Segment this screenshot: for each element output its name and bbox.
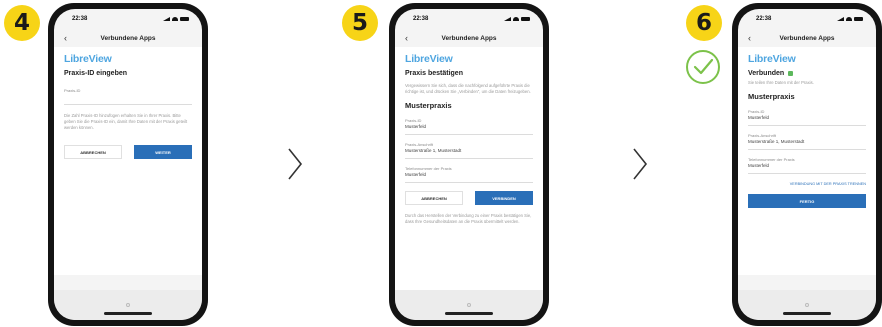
home-indicator[interactable] [104, 312, 152, 315]
field-label: Praxis-Anschrift [405, 142, 434, 148]
field-label: Praxis-ID [405, 118, 422, 124]
home-dot-icon [805, 303, 809, 307]
phone-screen: 22:38 ‹ Verbundene Apps LibreView Praxis… [54, 9, 202, 320]
status-icons [163, 17, 189, 21]
practice-address-field: Praxis-Anschrift Musterstraße 1, Musters… [748, 130, 866, 151]
content-card: LibreView Verbunden Sie teilen Ihre Date… [738, 47, 876, 275]
home-dot-icon [467, 303, 471, 307]
content-card: LibreView Praxis-ID eingeben Praxis-ID D… [54, 47, 202, 275]
wifi-icon [172, 17, 178, 21]
phone-mockup: 22:38 ‹ Verbundene Apps LibreView Praxis… [389, 3, 549, 326]
button-row: ABBRECHEN WEITER [64, 145, 192, 160]
wifi-icon [846, 17, 852, 21]
practice-id-field: Praxis-ID Musterfeld [748, 106, 866, 127]
connected-status: Verbunden [748, 70, 866, 77]
signal-icon [504, 17, 511, 21]
phone-mockup: 22:38 ‹ Verbundene Apps LibreView Praxis… [48, 3, 208, 326]
back-arrow-icon[interactable]: ‹ [748, 33, 751, 43]
footer-text: Durch das Herstellen der Verbindung zu e… [405, 213, 532, 225]
connected-indicator-icon [788, 71, 794, 76]
practice-name: Musterpraxis [405, 101, 452, 111]
back-arrow-icon[interactable]: ‹ [405, 33, 408, 43]
home-dot-icon [126, 303, 130, 307]
nav-bar: ‹ Verbundene Apps [395, 29, 543, 47]
connect-button[interactable]: VERBINDEN [475, 191, 533, 206]
bottom-bar [54, 290, 202, 320]
done-button[interactable]: FERTIG [748, 194, 866, 209]
field-value: Musterstraße 1, Musterstadt [405, 148, 462, 154]
practice-phone-field: Telefonnummer der Praxis Musterfeld [748, 154, 866, 175]
signal-icon [837, 17, 844, 21]
nav-title: Verbundene Apps [100, 34, 156, 42]
field-label: Telefonnummer der Praxis [405, 166, 452, 172]
battery-icon [180, 17, 189, 21]
brand-logo: LibreView [748, 53, 796, 65]
home-indicator[interactable] [445, 312, 493, 315]
nav-bar: ‹ Verbundene Apps [738, 29, 876, 47]
page-heading: Praxis-ID eingeben [64, 70, 128, 77]
connected-text: Sie teilen Ihre Daten mit der Praxis. [748, 80, 814, 85]
brand-logo: LibreView [405, 53, 453, 65]
status-time: 22:38 [413, 16, 429, 22]
status-icons [837, 17, 863, 21]
next-button[interactable]: WEITER [134, 145, 192, 160]
button-row: ABBRECHEN VERBINDEN [405, 191, 533, 206]
status-bar: 22:38 [54, 9, 202, 29]
chevron-right-icon [633, 148, 648, 180]
brand-logo: LibreView [64, 53, 112, 65]
info-text: Die Zahl Praxis-ID hinzufügen erhalten S… [64, 113, 188, 131]
status-time: 22:38 [72, 16, 88, 22]
chevron-right-icon [288, 148, 303, 180]
phone-screen: 22:38 ‹ Verbundene Apps LibreView Verbun… [738, 9, 876, 320]
bottom-bar [395, 290, 543, 320]
info-text: Vergewissern Sie sich, dass die nachfolg… [405, 83, 531, 95]
signal-icon [163, 17, 170, 21]
status-bar: 22:38 [738, 9, 876, 29]
cancel-button[interactable]: ABBRECHEN [405, 191, 463, 206]
battery-icon [854, 17, 863, 21]
field-label: Praxis-Anschrift [748, 133, 777, 139]
nav-bar: ‹ Verbundene Apps [54, 29, 202, 47]
check-circle-icon [686, 50, 720, 84]
practice-id-field[interactable]: Praxis-ID [64, 85, 192, 105]
status-bar: 22:38 [395, 9, 543, 29]
field-value: Musterstraße 1, Musterstadt [748, 139, 805, 145]
disconnect-link[interactable]: VERBINDUNG MIT DER PRAXIS TRENNEN [748, 182, 866, 186]
status-icons [504, 17, 530, 21]
field-value: Musterfeld [405, 172, 427, 178]
practice-id-field: Praxis-ID Musterfeld [405, 115, 533, 136]
phone-screen: 22:38 ‹ Verbundene Apps LibreView Praxis… [395, 9, 543, 320]
field-value: Musterfeld [748, 163, 770, 169]
practice-phone-field: Telefonnummer der Praxis Musterfeld [405, 163, 533, 184]
cancel-button[interactable]: ABBRECHEN [64, 145, 122, 160]
status-time: 22:38 [756, 16, 772, 22]
field-value: Musterfeld [405, 124, 427, 130]
field-label: Praxis-ID [748, 109, 765, 115]
phone-mockup: 22:38 ‹ Verbundene Apps LibreView Verbun… [732, 3, 882, 326]
content-card: LibreView Praxis bestätigen Vergewissern… [395, 47, 543, 294]
step-number-badge: 6 [686, 5, 722, 41]
home-indicator[interactable] [783, 312, 831, 315]
step-number-badge: 4 [4, 5, 40, 41]
nav-title: Verbundene Apps [441, 34, 497, 42]
nav-title: Verbundene Apps [779, 34, 835, 42]
step-number-badge: 5 [342, 5, 378, 41]
connected-label: Verbunden [748, 70, 785, 77]
wifi-icon [513, 17, 519, 21]
practice-name: Musterpraxis [748, 92, 795, 102]
battery-icon [521, 17, 530, 21]
back-arrow-icon[interactable]: ‹ [64, 33, 67, 43]
bottom-bar [738, 290, 876, 320]
page-heading: Praxis bestätigen [405, 70, 463, 77]
field-value: Musterfeld [748, 115, 770, 121]
practice-address-field: Praxis-Anschrift Musterstraße 1, Musters… [405, 139, 533, 160]
field-label: Telefonnummer der Praxis [748, 157, 795, 163]
